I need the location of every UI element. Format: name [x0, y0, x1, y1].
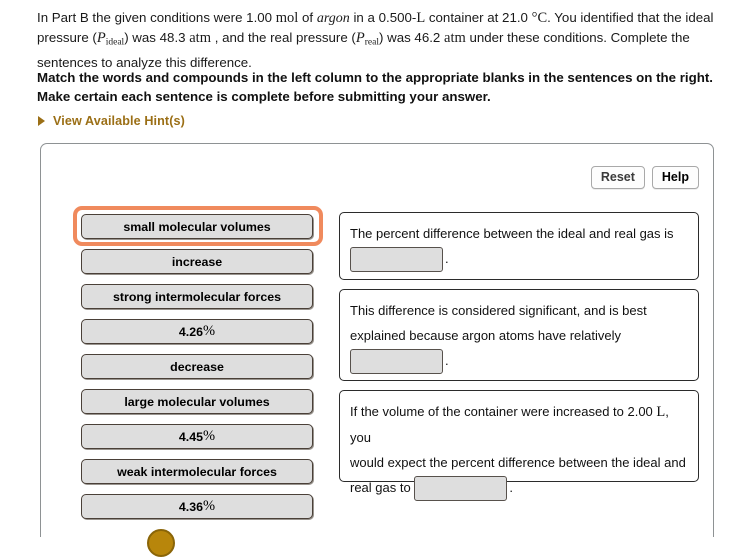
percent-sign: % [203, 323, 216, 339]
prompt-part4: container at 21.0 [428, 10, 528, 25]
bank-tile-label: small molecular volumes [123, 219, 271, 234]
prompt-part8: ) was 46.2 [378, 30, 441, 45]
prompt-part1: In Part B the given conditions were 1.00 [37, 10, 273, 25]
sentence-2-line-2: explained because argon atoms have relat… [350, 328, 622, 343]
p-symbol-real: P [355, 30, 365, 46]
sentence-3-unit-liter: L [656, 404, 666, 420]
unit-atm-1: atm [189, 30, 211, 46]
sentence-card-2: This difference is considered significan… [339, 289, 699, 381]
bank-tile-large-molecular-volumes[interactable]: large molecular volumes [81, 389, 313, 414]
sentence-2-line-1: This difference is considered significan… [350, 303, 647, 318]
bank-item-wrapper: 4.45% [72, 420, 322, 455]
bank-tile-label: decrease [170, 359, 224, 374]
bank-tile-426-percent[interactable]: 4.26% [81, 319, 313, 344]
unit-liter: L [416, 10, 426, 26]
bank-tile-increase[interactable]: increase [81, 249, 313, 274]
percent-sign: % [203, 498, 216, 514]
bank-tile-label: 4.26 [178, 324, 204, 339]
bank-item-wrapper: strong intermolecular forces [72, 280, 322, 315]
bank-tile-decrease[interactable]: decrease [81, 354, 313, 379]
answer-blank-1[interactable] [350, 247, 443, 273]
match-instructions: Match the words and compounds in the lef… [37, 70, 713, 104]
sentence-cards: The percent difference between the ideal… [339, 212, 699, 502]
bank-item-wrapper: 4.26% [72, 315, 322, 350]
prompt-part3: in a 0.500- [353, 10, 417, 25]
bank-item-wrapper: decrease [72, 350, 322, 385]
prompt-part2: of [302, 10, 314, 25]
bank-item-wrapper: small molecular volumes [72, 206, 323, 246]
drag-handle-orb-icon[interactable] [147, 529, 175, 557]
sentence-3-line-3-before: real gas to [350, 480, 411, 495]
percent-sign: % [203, 428, 216, 444]
view-hints-label: View Available Hint(s) [53, 114, 185, 128]
bank-tile-label: large molecular volumes [124, 394, 270, 409]
help-button[interactable]: Help [651, 166, 699, 189]
bank-tile-label: 4.45 [178, 429, 204, 444]
unit-celsius: °C [531, 10, 548, 26]
sentence-3-period: . [509, 480, 513, 495]
answer-blank-3[interactable] [414, 476, 508, 502]
bank-tile-label: 4.36 [178, 499, 204, 514]
sentence-1-period: . [445, 251, 449, 266]
panel-toolbar: Reset Help [590, 166, 699, 189]
bank-tile-label: increase [171, 254, 223, 269]
sentence-3-line-2: would expect the percent difference betw… [350, 455, 686, 470]
p-symbol-ideal: P [96, 30, 106, 46]
answer-bank: small molecular volumes increase strong … [72, 206, 323, 525]
bank-tile-label: weak intermolecular forces [117, 464, 277, 479]
sentence-2-period: . [445, 353, 449, 368]
bank-tile-436-percent[interactable]: 4.36% [81, 494, 313, 519]
bank-tile-strong-intermolecular-forces[interactable]: strong intermolecular forces [81, 284, 313, 309]
bank-item-wrapper: 4.36% [72, 490, 322, 525]
bank-item-wrapper: weak intermolecular forces [72, 455, 322, 490]
p-subscript-ideal: ideal [105, 37, 125, 48]
answer-panel: Reset Help small molecular volumes incre… [40, 143, 714, 537]
answer-blank-2[interactable] [350, 349, 443, 375]
bank-tile-weak-intermolecular-forces[interactable]: weak intermolecular forces [81, 459, 313, 484]
bank-tile-small-molecular-volumes[interactable]: small molecular volumes [81, 214, 313, 239]
problem-statement: In Part B the given conditions were 1.00… [37, 8, 721, 72]
bank-tile-label: strong intermolecular forces [112, 289, 281, 304]
bank-tile-445-percent[interactable]: 4.45% [81, 424, 313, 449]
p-subscript-real: real [364, 37, 379, 48]
bank-item-wrapper: large molecular volumes [72, 385, 322, 420]
sentence-card-1: The percent difference between the ideal… [339, 212, 699, 280]
view-hints-link[interactable]: View Available Hint(s) [38, 114, 185, 128]
prompt-part7: , and the real pressure ( [214, 30, 356, 45]
species-name: argon [316, 11, 350, 26]
unit-atm-2: atm [444, 30, 466, 46]
unit-mol: mol [275, 10, 299, 26]
bank-item-wrapper: increase [72, 245, 322, 280]
triangle-right-icon [38, 116, 45, 126]
reset-button[interactable]: Reset [590, 166, 645, 189]
prompt-part6: ) was 48.3 [124, 30, 186, 45]
sentence-1-line-1: The percent difference between the ideal… [350, 226, 674, 241]
sentence-3-line-1a: If the volume of the container were incr… [350, 404, 653, 419]
sentence-card-3: If the volume of the container were incr… [339, 390, 699, 502]
